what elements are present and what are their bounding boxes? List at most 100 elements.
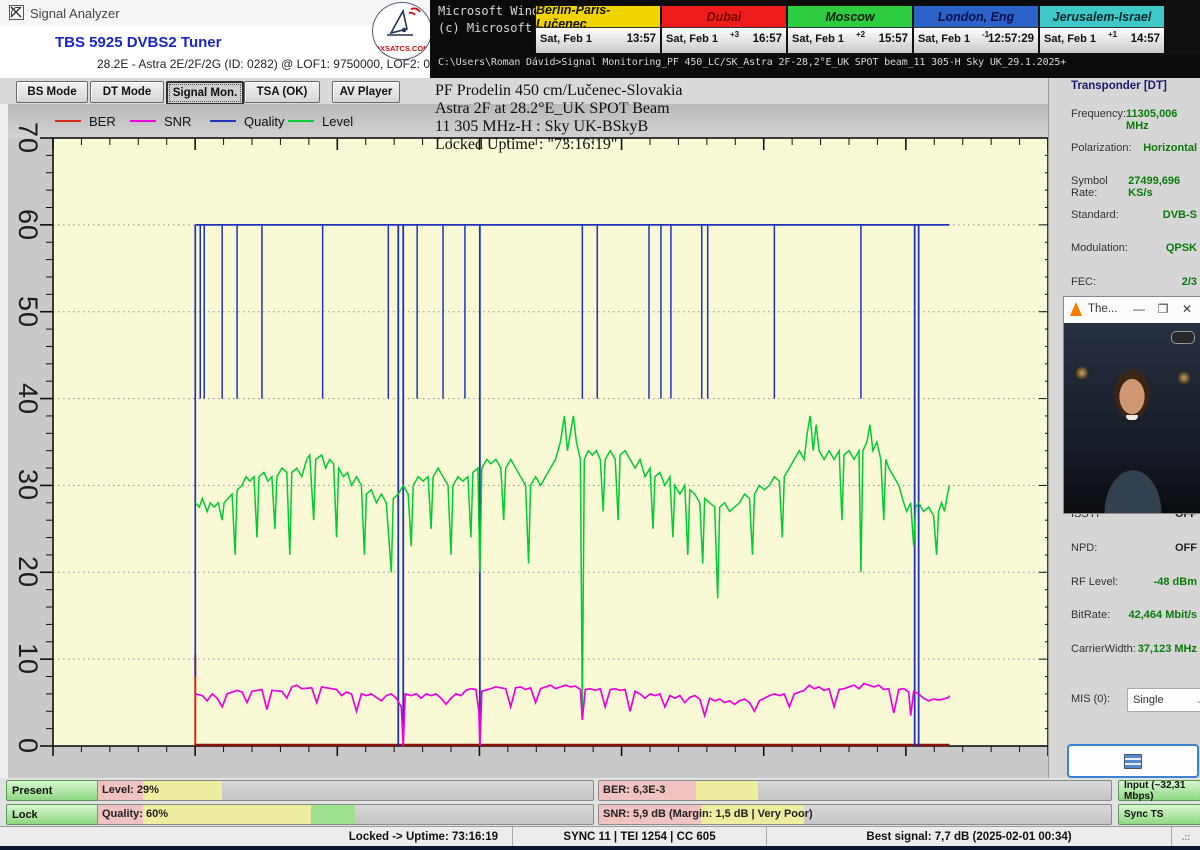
mis-value: Single	[1133, 694, 1164, 706]
mode-button-dt-mode[interactable]: DT Mode	[90, 81, 164, 103]
y-tick-label: 20	[8, 552, 48, 592]
resize-grip[interactable]: .::	[1172, 827, 1200, 847]
status-footer: Locked -> Uptime: 73:16:19 SYNC 11 | TEI…	[0, 826, 1200, 847]
field-value: 37,123 MHz	[1138, 643, 1197, 655]
transponder-panel-title: Transponder [DT]	[1071, 80, 1167, 92]
legend-item-level: Level	[288, 104, 353, 138]
field-label: Symbol Rate:	[1071, 175, 1128, 199]
terminal-text-line: (c) Microsoft	[438, 21, 532, 35]
field-rflevel: RF Level: -48 dBm	[1071, 576, 1197, 588]
y-tick-label: 50	[8, 292, 48, 332]
clock-city: Dubai	[662, 6, 786, 27]
clock-time-row: Sat, Feb 1+215:57	[788, 27, 912, 53]
satellite-dish-icon	[9, 5, 24, 20]
y-tick-label: 60	[8, 205, 48, 245]
clock-date: Sat, Feb 1	[666, 33, 718, 45]
mode-button-signal-mon-[interactable]: Signal Mon.	[166, 81, 244, 105]
legend-line-swatch	[210, 120, 236, 122]
clock-date: Sat, Feb 1	[540, 33, 592, 45]
field-label: CarrierWidth:	[1071, 643, 1136, 655]
field-value: -48 dBm	[1154, 576, 1197, 588]
stream-list-button[interactable]	[1067, 744, 1199, 778]
legend-line-swatch	[55, 120, 81, 122]
video-ad-badge	[1171, 331, 1195, 344]
clock-date: Sat, Feb 1	[1044, 33, 1096, 45]
field-npd: NPD: OFF	[1071, 542, 1197, 554]
tuner-name: TBS 5925 DVBS2 Tuner	[55, 34, 221, 51]
video-titlebar[interactable]: The... — ❐ ✕	[1064, 297, 1200, 324]
progress-bar-quality: Quality: 60%	[97, 804, 594, 825]
clock-london-eng: London, EngSat, Feb 1-112:57:29	[914, 6, 1040, 53]
video-frame[interactable]	[1064, 323, 1200, 513]
field-label: Modulation:	[1071, 242, 1128, 254]
clock-city: London, Eng	[914, 6, 1038, 27]
vlc-video-window[interactable]: The... — ❐ ✕	[1063, 296, 1200, 514]
field-label: Standard:	[1071, 209, 1119, 221]
bar-fill-segment	[696, 781, 757, 800]
chart-annotation: PF Prodelin 450 cm/Lučenec-SlovakiaAstra…	[435, 82, 1055, 154]
clock-time-row: Sat, Feb 1+114:57	[1040, 27, 1164, 53]
field-standard: Standard: DVB-S	[1071, 209, 1197, 221]
clock-jerusalem-israel: Jerusalem-IsraelSat, Feb 1+114:57	[1040, 6, 1164, 53]
legend-item-snr: SNR	[130, 104, 191, 138]
mis-dropdown[interactable]: Single ⌄	[1127, 688, 1200, 712]
clock-time-row: Sat, Feb 1-112:57:29	[914, 27, 1038, 53]
clock-city: Jerusalem-Israel	[1040, 6, 1164, 27]
field-value: DVB-S	[1163, 209, 1197, 221]
legend-label: SNR	[164, 114, 191, 129]
y-tick-label: 40	[8, 379, 48, 419]
mode-button-av-player[interactable]: AV Player	[332, 81, 400, 103]
field-value: 11305,006 MHz	[1126, 108, 1197, 132]
progress-bar-ber: BER: 6,3E-3	[598, 780, 1112, 801]
status-badge-sync-ts: Sync TS	[1118, 804, 1200, 825]
field-value: QPSK	[1166, 242, 1197, 254]
mode-button-tsa-ok-[interactable]: TSA (OK)	[244, 81, 320, 103]
progress-bar-snr: SNR: 5,9 dB (Margin: 1,5 dB | Very Poor)	[598, 804, 1112, 825]
maximize-button[interactable]: ❐	[1155, 302, 1171, 316]
video-person	[1106, 361, 1158, 435]
clock-time: 13:57	[627, 33, 656, 45]
video-window-title: The...	[1088, 303, 1117, 315]
clock-time: 12:57:29	[988, 33, 1034, 45]
field-label: NPD:	[1071, 542, 1097, 554]
field-frequency: Frequency:11305,006 MHz	[1071, 108, 1197, 132]
annotation-line: Locked Uptime : "73:16:19"	[435, 136, 1055, 154]
field-fec: FEC:2/3	[1071, 276, 1197, 288]
field-modulation: Modulation: QPSK	[1071, 242, 1197, 254]
legend-line-swatch	[130, 120, 156, 122]
annotation-line: 11 305 MHz-H : Sky UK-BSkyB	[435, 118, 1055, 136]
vlc-cone-icon	[1070, 302, 1082, 316]
clock-city: Berlin-Paris-Lučenec	[536, 6, 660, 27]
annotation-line: PF Prodelin 450 cm/Lučenec-Slovakia	[435, 82, 1055, 100]
footer-sync-counters: SYNC 11 | TEI 1254 | CC 605	[513, 827, 767, 847]
taskbar-edge	[0, 846, 1200, 850]
y-tick-label: 10	[8, 639, 48, 679]
field-label: Frequency:	[1071, 108, 1126, 132]
terminal-text-line: Microsoft Wind	[438, 4, 539, 18]
chevron-down-icon: ⌄	[1195, 695, 1200, 706]
dxsatcs-logo: DXSATCS.COM	[372, 2, 432, 60]
field-value: Horizontal	[1143, 142, 1197, 154]
status-indicator-rows: PresentLevel: 29%BER: 6,3E-3Input (~32,3…	[0, 778, 1200, 826]
mode-button-bs-mode[interactable]: BS Mode	[16, 81, 88, 103]
field-label: BitRate:	[1071, 609, 1110, 621]
legend-label: Level	[322, 114, 353, 129]
clock-date: Sat, Feb 1	[792, 33, 844, 45]
mis-label: MIS (0):	[1071, 693, 1110, 705]
signal-chart	[53, 138, 1048, 746]
field-symbolrate: Symbol Rate:27499,696 KS/s	[1071, 175, 1197, 199]
field-label: RF Level:	[1071, 576, 1118, 588]
bar-label: Level: 29%	[102, 784, 159, 796]
clock-time: 14:57	[1131, 33, 1160, 45]
terminal-prompt: C:\Users\Roman Dávid>Signal Monitoring_P…	[438, 57, 1066, 68]
y-tick-label: 30	[8, 465, 48, 505]
field-carrierwidth: CarrierWidth:37,123 MHz	[1071, 643, 1197, 655]
close-button[interactable]: ✕	[1179, 302, 1195, 316]
field-value: OFF	[1175, 542, 1197, 554]
legend-label: Quality	[244, 114, 284, 129]
dish-logo-graphic	[373, 3, 429, 43]
minimize-button[interactable]: —	[1131, 302, 1147, 316]
legend-label: BER	[89, 114, 116, 129]
bar-label: SNR: 5,9 dB (Margin: 1,5 dB | Very Poor)	[603, 808, 813, 820]
clock-time-row: Sat, Feb 1+316:57	[662, 27, 786, 53]
